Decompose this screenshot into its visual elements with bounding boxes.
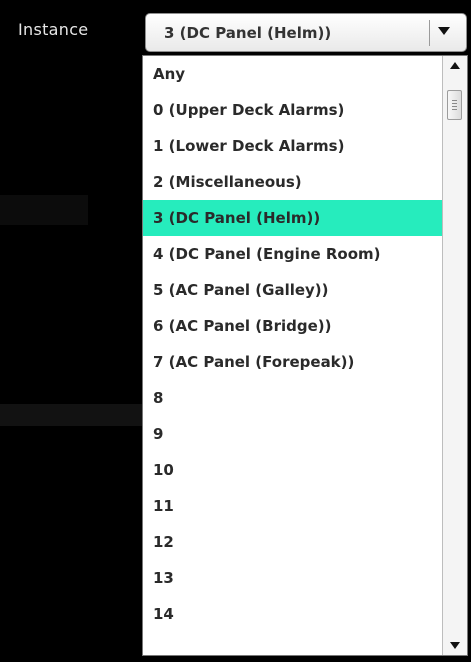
scroll-up-button[interactable] (443, 56, 467, 76)
select-divider (429, 20, 430, 46)
scroll-thumb[interactable] (447, 90, 462, 120)
dropdown-option[interactable]: 0 (Upper Deck Alarms) (143, 92, 442, 128)
dropdown-option[interactable]: 6 (AC Panel (Bridge)) (143, 308, 442, 344)
chevron-down-icon[interactable] (438, 27, 450, 35)
scrollbar[interactable] (442, 56, 467, 655)
background-panel (0, 195, 88, 225)
dropdown-option[interactable]: 2 (Miscellaneous) (143, 164, 442, 200)
dropdown-option[interactable]: 5 (AC Panel (Galley)) (143, 272, 442, 308)
scroll-up-arrow-icon (450, 62, 460, 69)
dropdown-option[interactable]: 10 (143, 452, 442, 488)
instance-dropdown-list[interactable]: Any 0 (Upper Deck Alarms) 1 (Lower Deck Al… (142, 55, 468, 656)
dropdown-option[interactable]: 9 (143, 416, 442, 452)
grip-line (452, 103, 457, 104)
grip-line (452, 109, 457, 110)
instance-select-value: 3 (DC Panel (Helm)) (164, 24, 332, 42)
background-panel (0, 404, 142, 426)
option-list: Any 0 (Upper Deck Alarms) 1 (Lower Deck Al… (143, 56, 442, 632)
dropdown-option[interactable]: 7 (AC Panel (Forepeak)) (143, 344, 442, 380)
grip-line (452, 100, 457, 101)
dropdown-option[interactable]: 1 (Lower Deck Alarms) (143, 128, 442, 164)
dropdown-option[interactable]: 13 (143, 560, 442, 596)
scroll-down-arrow-icon (450, 642, 460, 649)
dropdown-option[interactable]: 8 (143, 380, 442, 416)
dropdown-option[interactable]: 14 (143, 596, 442, 632)
dropdown-option[interactable]: 12 (143, 524, 442, 560)
dropdown-option-selected[interactable]: 3 (DC Panel (Helm)) (143, 200, 442, 236)
dropdown-option[interactable]: 4 (DC Panel (Engine Room) (143, 236, 442, 272)
scroll-down-button[interactable] (443, 635, 467, 655)
grip-line (452, 106, 457, 107)
instance-label: Instance (18, 20, 89, 39)
instance-select[interactable]: 3 (DC Panel (Helm)) (145, 13, 467, 52)
dropdown-option[interactable]: 11 (143, 488, 442, 524)
dropdown-option[interactable]: Any (143, 56, 442, 92)
